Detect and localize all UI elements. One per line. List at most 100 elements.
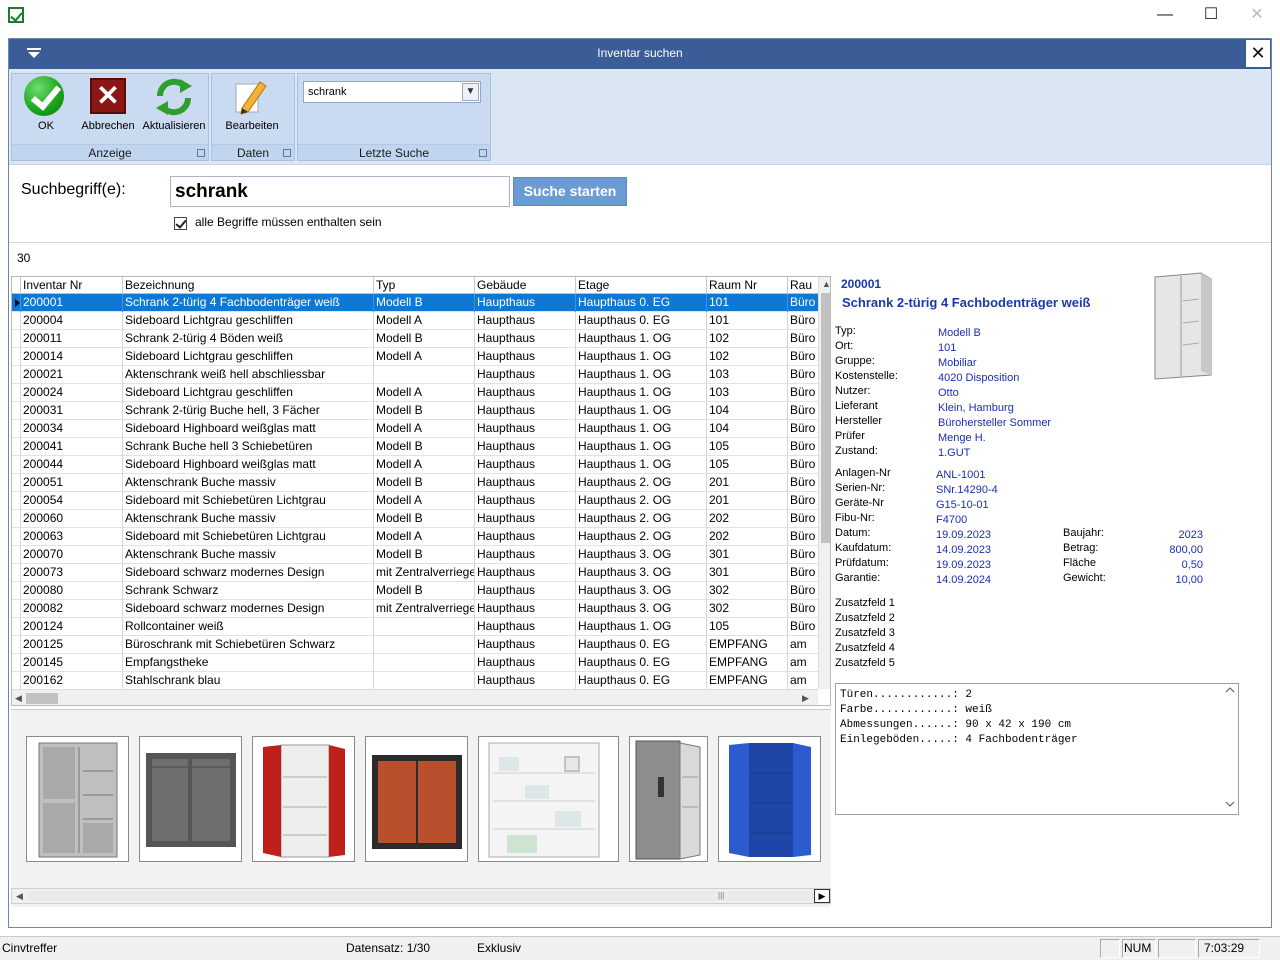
window-close-button[interactable]: ✕ (1234, 0, 1280, 30)
table-row[interactable]: 200031 Schrank 2-türig Buche hell, 3 Fäch… (12, 402, 818, 420)
table-cell: 302 (706, 600, 787, 618)
edit-button[interactable]: Bearbeiten (220, 74, 284, 144)
table-cell (373, 618, 474, 636)
status-panel-empty (1158, 939, 1196, 958)
scroll-left-icon[interactable]: ◀ (15, 693, 22, 704)
table-row[interactable]: 200073 Sideboard schwarz modernes Design m… (12, 564, 818, 582)
detail-field-label: Prüfdatum: (835, 557, 889, 569)
detail-item-image (1154, 272, 1212, 380)
table-row[interactable]: 200011 Schrank 2-türig 4 Böden weiß Modell… (12, 330, 818, 348)
table-cell: Büro (787, 384, 818, 402)
gallery-thumbnail[interactable] (629, 736, 708, 862)
memo-scrollbar[interactable] (1222, 684, 1238, 814)
detail-field-value: 2023 (1178, 529, 1203, 541)
group-launcher-icon[interactable] (197, 149, 205, 157)
group-launcher-icon[interactable] (479, 149, 487, 157)
dialog-close-button[interactable]: ✕ (1245, 39, 1271, 68)
table-cell: 302 (706, 582, 787, 600)
table-row[interactable]: 200124 Rollcontainer weiß Haupthaus Hauptha… (12, 618, 818, 636)
table-cell: Büro (787, 528, 818, 546)
table-row[interactable]: 200125 Büroschrank mit Schiebetüren Schwa… (12, 636, 818, 654)
refresh-button[interactable]: Aktualisieren (142, 74, 206, 144)
dropdown-arrow-icon[interactable]: ▼ (462, 83, 479, 101)
scroll-up-icon[interactable]: ▲ (822, 279, 830, 289)
group-launcher-icon[interactable] (283, 149, 291, 157)
minimize-button[interactable]: — (1142, 0, 1188, 30)
maximize-button[interactable]: ☐ (1188, 0, 1234, 30)
table-cell: Haupthaus (474, 528, 575, 546)
menu-chevron-icon[interactable] (27, 48, 41, 60)
search-start-button[interactable]: Suche starten (513, 177, 627, 206)
gallery-thumbnail[interactable] (139, 736, 242, 862)
table-cell: 200070 (20, 546, 122, 564)
cancel-x-icon: ✕ (90, 78, 126, 114)
table-cell: 301 (706, 546, 787, 564)
gallery-thumbnail[interactable] (718, 736, 821, 862)
table-cell: Haupthaus (474, 330, 575, 348)
column-header[interactable]: Raum Nr (706, 277, 787, 294)
detail-memo[interactable]: Türen............: 2 Farbe............: … (835, 683, 1239, 815)
detail-field-value: G15-10-01 (936, 499, 989, 511)
table-row[interactable]: 200063 Sideboard mit Schiebetüren Lichtgr… (12, 528, 818, 546)
gallery-scroll-thumb[interactable] (28, 891, 818, 901)
gallery-horizontal-scrollbar[interactable]: ◀ ||| ▶ (11, 888, 831, 904)
table-row[interactable]: 200051 Aktenschrank Buche massiv Modell BH… (12, 474, 818, 492)
column-header[interactable]: Inventar Nr (20, 277, 122, 294)
table-cell: 200060 (20, 510, 122, 528)
detail-item-name: Schrank 2-türig 4 Fachbodenträger weiß (842, 295, 1091, 310)
grid-horizontal-scrollbar[interactable]: ◀ ▶ (12, 689, 818, 705)
table-cell: Sideboard Lichtgrau geschliffen (122, 312, 373, 330)
table-row[interactable]: 200004 Sideboard Lichtgrau geschliffen Mod… (12, 312, 818, 330)
table-row[interactable]: 200080 Schrank Schwarz Modell B Haupthaus Ha… (12, 582, 818, 600)
table-row[interactable]: 200014 Sideboard Lichtgrau geschliffen Mod… (12, 348, 818, 366)
grid-horizontal-scroll-thumb[interactable] (26, 693, 58, 704)
gallery-thumbnail[interactable] (478, 736, 619, 862)
detail-field-value: Klein, Hamburg (938, 402, 1014, 414)
column-header[interactable]: Gebäude (474, 277, 575, 294)
table-cell: 200014 (20, 348, 122, 366)
table-cell: Modell B (373, 582, 474, 600)
gallery-thumbnail[interactable] (26, 736, 129, 862)
table-cell: 200041 (20, 438, 122, 456)
all-terms-checkbox[interactable] (174, 217, 187, 230)
table-row[interactable]: 200060 Aktenschrank Buche massiv Modell BH… (12, 510, 818, 528)
table-row[interactable]: 200001 Schrank 2-türig 4 Fachbodenträger … (12, 294, 818, 312)
scroll-left-icon[interactable]: ◀ (16, 891, 23, 902)
detail-field-label: Kostenstelle: (835, 370, 898, 382)
search-input[interactable]: schrank (170, 176, 510, 207)
table-cell: Haupthaus (474, 456, 575, 474)
table-cell: Haupthaus 1. OG (575, 366, 706, 384)
gallery-thumbnail[interactable] (252, 736, 355, 862)
table-cell: Modell A (373, 348, 474, 366)
table-row[interactable]: 200145 Empfangstheke Haupthaus Haupthaus 0.… (12, 654, 818, 672)
table-row[interactable]: 200054 Sideboard mit Schiebetüren Lichtgr… (12, 492, 818, 510)
grid-vertical-scroll-thumb[interactable] (821, 293, 830, 543)
table-cell: Sideboard schwarz modernes Design (122, 600, 373, 618)
cancel-button[interactable]: ✕ Abbrechen (76, 74, 140, 144)
column-header[interactable]: Bezeichnung (122, 277, 373, 294)
table-row[interactable]: 200044 Sideboard Highboard weißglas matt M… (12, 456, 818, 474)
column-header[interactable]: Etage (575, 277, 706, 294)
table-row[interactable]: 200034 Sideboard Highboard weißglas matt M… (12, 420, 818, 438)
table-row[interactable]: 200021 Aktenschrank weiß hell abschliessb… (12, 366, 818, 384)
table-row[interactable]: 200162 Stahlschrank blau Haupthaus Haupthau… (12, 672, 818, 690)
table-cell: Rollcontainer weiß (122, 618, 373, 636)
table-row[interactable]: 200024 Sideboard Lichtgrau geschliffen Mod… (12, 384, 818, 402)
table-row[interactable]: 200041 Schrank Buche hell 3 Schiebetüren M… (12, 438, 818, 456)
scroll-right-icon[interactable]: ▶ (814, 889, 830, 903)
table-cell: Haupthaus (474, 348, 575, 366)
table-row[interactable]: 200082 Sideboard schwarz modernes Design m… (12, 600, 818, 618)
grid-vertical-scrollbar[interactable]: ▲ (818, 277, 830, 689)
results-grid[interactable]: Inventar Nr Bezeichnung Typ Gebäude Etage Rau… (11, 276, 831, 706)
ribbon-group-anzeige: OK ✕ Abbrechen Aktualisieren Anzeige (11, 73, 209, 161)
detail-field-label: Anlagen-Nr (835, 467, 891, 479)
scroll-right-icon[interactable]: ▶ (802, 693, 809, 704)
table-row[interactable]: 200070 Aktenschrank Buche massiv Modell BH… (12, 546, 818, 564)
column-header[interactable]: Typ (373, 277, 474, 294)
gallery-thumbnail[interactable] (365, 736, 468, 862)
column-header[interactable]: Rau (787, 277, 818, 294)
ok-button[interactable]: OK (14, 74, 78, 144)
table-cell: Modell A (373, 492, 474, 510)
dialog-header: Inventar suchen ✕ (9, 39, 1271, 69)
recent-search-select[interactable]: schrank ▼ (303, 81, 481, 103)
